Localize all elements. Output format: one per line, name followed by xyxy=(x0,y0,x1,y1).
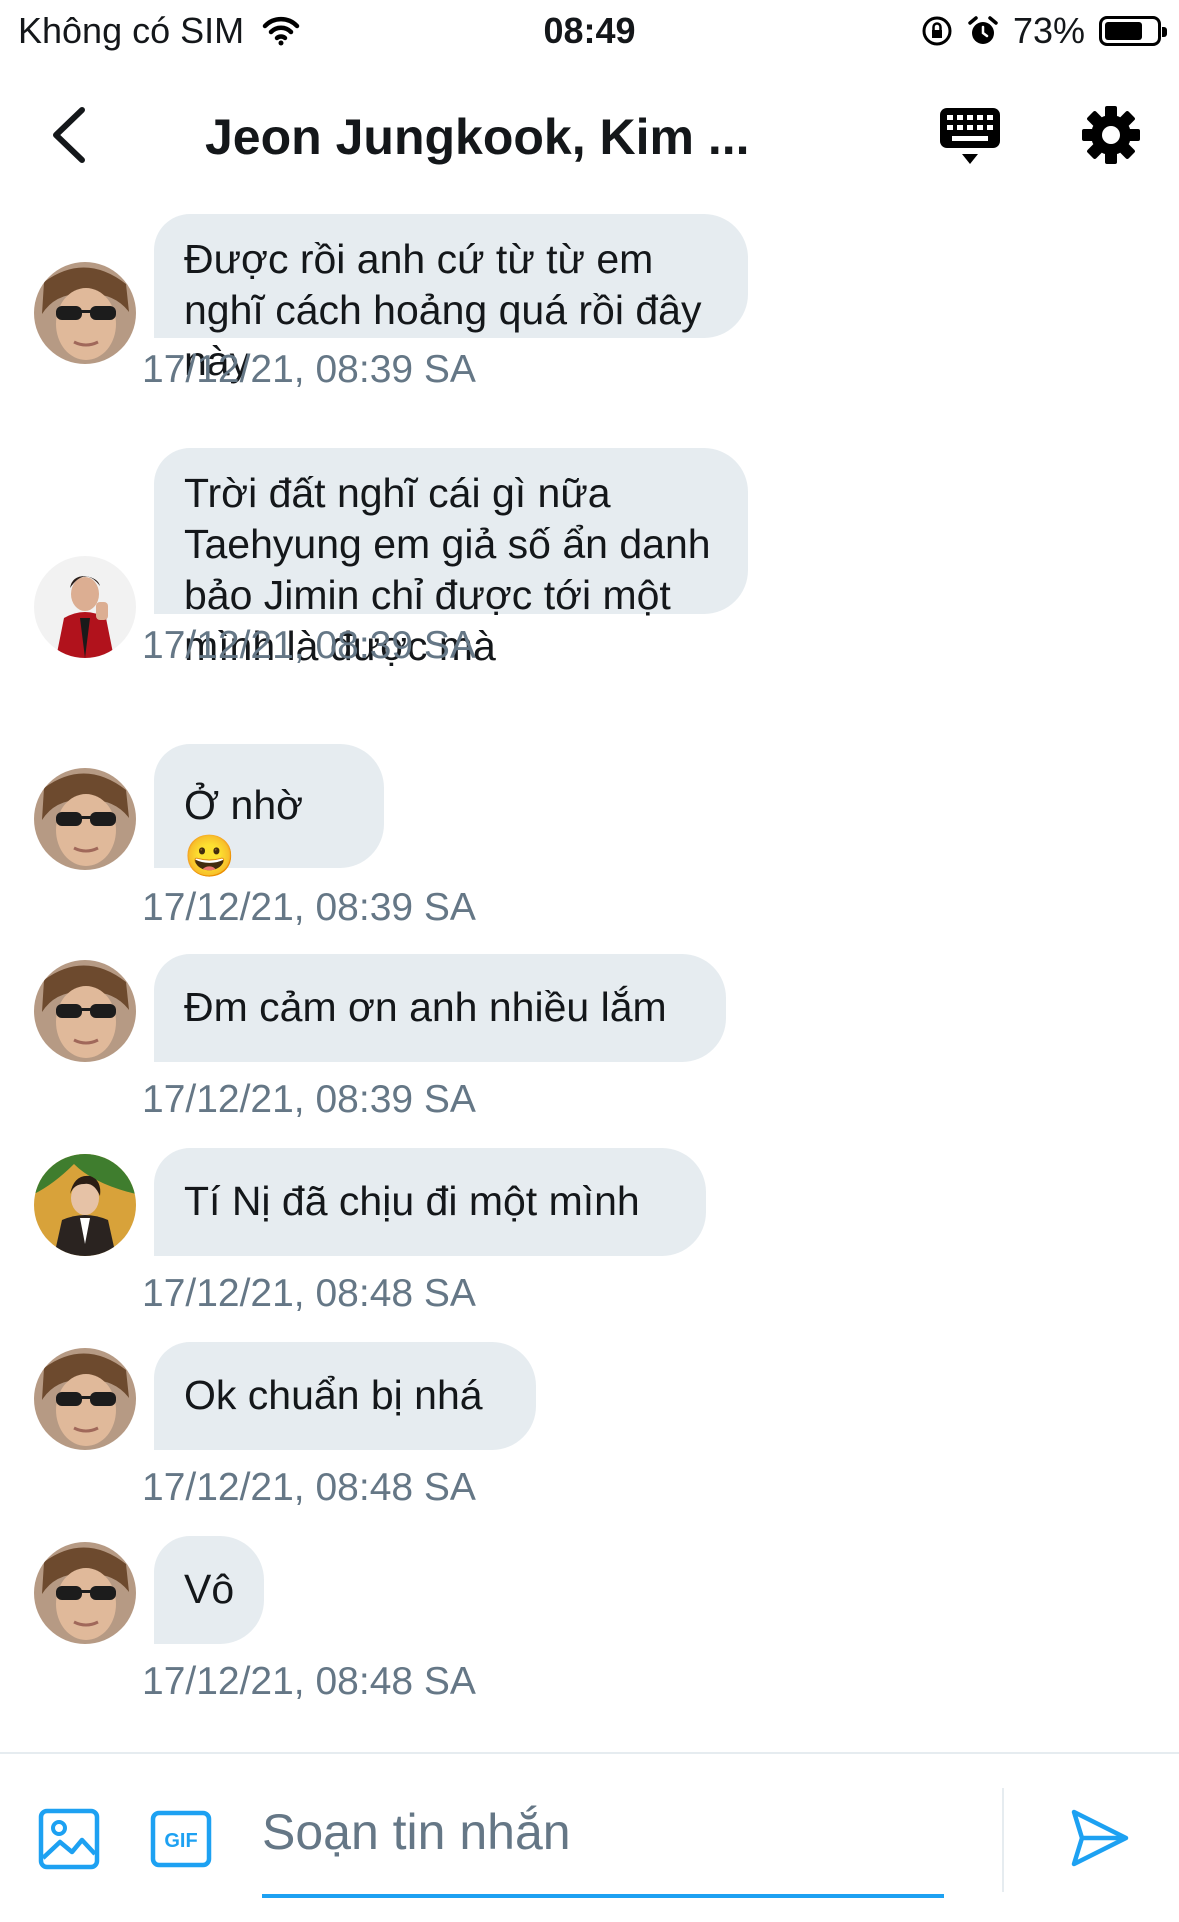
keyboard-icon xyxy=(940,108,1000,164)
status-right: 73% xyxy=(921,10,1167,52)
settings-button[interactable] xyxy=(1080,104,1142,166)
battery-percent: 73% xyxy=(1012,10,1085,51)
conversation-title: Jeon Jungkook, Kim ... xyxy=(205,109,750,165)
message-timestamp: 17/12/21, 08:48 SA xyxy=(142,1272,476,1315)
avatar-sunglasses[interactable] xyxy=(34,768,136,870)
message-input[interactable] xyxy=(262,1784,944,1880)
message-bubble[interactable]: Ở nhờ 😀 xyxy=(154,744,384,879)
message-bubble[interactable]: Được rồi anh cứ từ từ em nghĩ cách hoảng… xyxy=(154,214,748,384)
avatar-sunglasses[interactable] xyxy=(34,960,136,1062)
battery-level xyxy=(1105,22,1142,40)
status-bar: Không có SIM 08:49 73% xyxy=(0,0,1179,60)
send-icon xyxy=(1071,1809,1129,1867)
composer-divider xyxy=(1002,1788,1004,1892)
avatar-sunglasses[interactable] xyxy=(34,1542,136,1644)
send-button[interactable] xyxy=(1068,1806,1132,1870)
message-bubble[interactable]: Ok chuẩn bị nhá xyxy=(154,1342,536,1450)
message-composer: GIF xyxy=(0,1752,1179,1922)
rotation-lock-icon xyxy=(922,16,952,46)
gif-icon: GIF xyxy=(150,1810,212,1868)
gear-icon xyxy=(1082,106,1140,164)
avatar-image xyxy=(34,1542,136,1644)
chevron-left-icon xyxy=(53,107,85,163)
avatar-green-bg[interactable] xyxy=(34,1154,136,1256)
input-underline xyxy=(262,1894,944,1898)
message-bubble[interactable]: Trời đất nghĩ cái gì nữa Taehyung em giả… xyxy=(154,448,748,669)
message-bubble[interactable]: Tí Nị đã chịu đi một mình xyxy=(154,1148,706,1256)
avatar-sunglasses[interactable] xyxy=(34,262,136,364)
message-timestamp: 17/12/21, 08:39 SA xyxy=(142,886,476,929)
avatar-image xyxy=(34,768,136,870)
avatar-image xyxy=(34,1154,136,1256)
alarm-icon xyxy=(968,16,998,44)
avatar-image xyxy=(34,262,136,364)
message-timestamp: 17/12/21, 08:39 SA xyxy=(142,348,476,391)
avatar-sunglasses[interactable] xyxy=(34,1348,136,1450)
conversation-header: Jeon Jungkook, Kim ... xyxy=(0,70,1179,200)
message-timestamp: 17/12/21, 08:39 SA xyxy=(142,624,476,667)
message-bubble[interactable]: Vô xyxy=(154,1536,264,1644)
gif-label: GIF xyxy=(164,1830,197,1852)
avatar-image xyxy=(34,960,136,1062)
message-timestamp: 17/12/21, 08:48 SA xyxy=(142,1660,476,1703)
add-image-button[interactable] xyxy=(38,1808,100,1870)
message-timestamp: 17/12/21, 08:39 SA xyxy=(142,1078,476,1121)
image-icon xyxy=(38,1808,100,1870)
add-gif-button[interactable]: GIF xyxy=(150,1810,212,1868)
avatar-red-jacket[interactable] xyxy=(34,556,136,658)
message-input-wrap xyxy=(262,1784,944,1904)
message-bubble[interactable]: Đm cảm ơn anh nhiều lắm xyxy=(154,954,726,1062)
message-timestamp: 17/12/21, 08:48 SA xyxy=(142,1466,476,1509)
keyboard-button[interactable] xyxy=(938,104,1002,168)
avatar-image xyxy=(34,556,136,658)
back-button[interactable] xyxy=(36,100,106,170)
battery-icon xyxy=(1099,16,1167,46)
avatar-image xyxy=(34,1348,136,1450)
